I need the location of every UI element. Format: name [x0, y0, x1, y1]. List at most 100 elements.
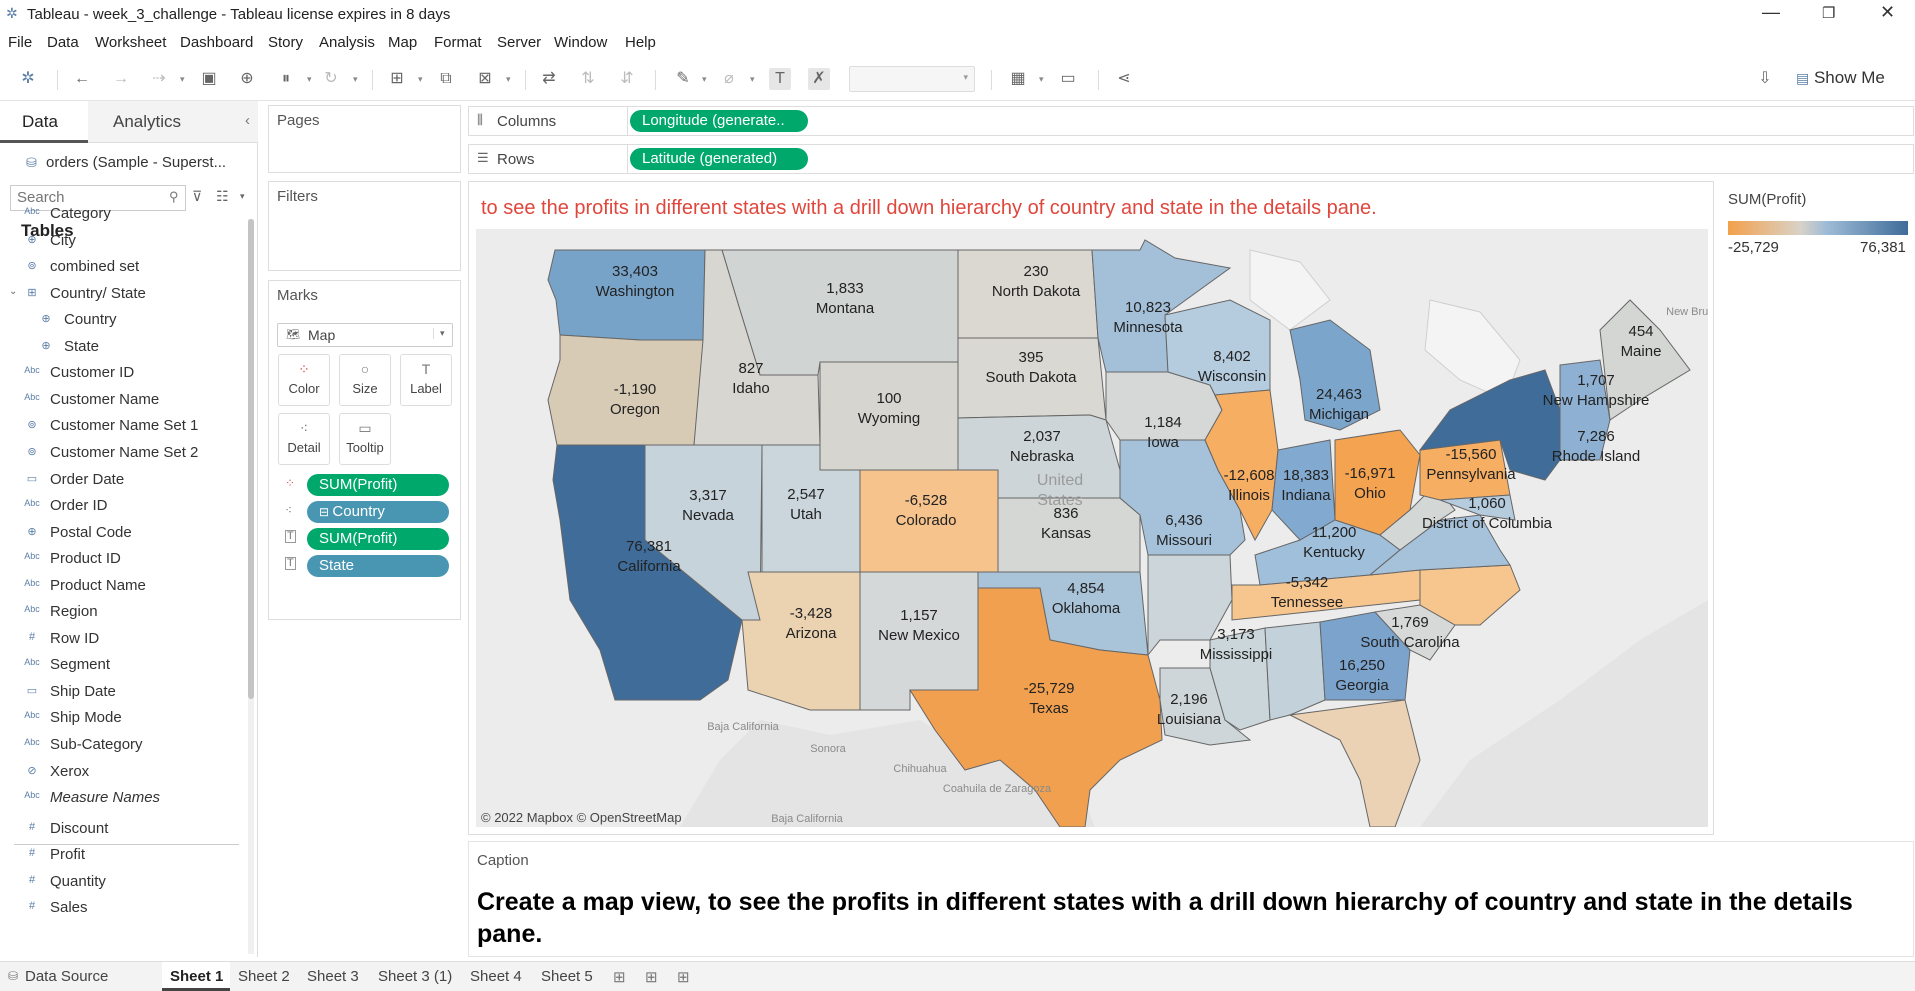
view-options-dropdown-icon[interactable]: ▾: [240, 191, 245, 202]
menu-worksheet[interactable]: Worksheet: [95, 34, 166, 51]
group-members-icon[interactable]: ⌀: [718, 68, 740, 90]
size-button[interactable]: ○ Size: [339, 354, 391, 406]
menu-file[interactable]: File: [8, 34, 32, 51]
field-list-scrollbar[interactable]: [248, 219, 254, 954]
profit-color-pill[interactable]: SUM(Profit): [307, 474, 449, 496]
show-mark-labels-icon[interactable]: T: [769, 68, 791, 90]
menu-dashboard[interactable]: Dashboard: [180, 34, 253, 51]
refresh-icon[interactable]: ↻: [320, 68, 342, 90]
longitude-pill[interactable]: Longitude (generate..: [630, 110, 808, 132]
color-button[interactable]: ⁘ Color: [278, 354, 330, 406]
field-item[interactable]: # Discount: [0, 818, 240, 842]
field-item[interactable]: ⊚ combined set: [0, 256, 240, 280]
replay-icon[interactable]: ⇢: [148, 68, 170, 90]
scrollbar-thumb[interactable]: [248, 219, 254, 699]
field-item[interactable]: # Sales: [0, 897, 240, 921]
field-item[interactable]: Abc Product ID: [0, 548, 240, 572]
group-dropdown-icon[interactable]: ▾: [750, 68, 755, 90]
replay-dropdown-icon[interactable]: ▾: [180, 68, 185, 90]
fit-dropdown[interactable]: ▾: [849, 66, 975, 92]
menu-analysis[interactable]: Analysis: [319, 34, 375, 51]
field-item[interactable]: # Quantity: [0, 871, 240, 895]
field-item[interactable]: ⊚ Customer Name Set 1: [0, 415, 240, 439]
new-worksheet-dropdown-icon[interactable]: ▾: [418, 68, 423, 90]
duplicate-sheet-icon[interactable]: ⧉: [435, 68, 457, 90]
map-view[interactable]: Baja California Sonora Chihuahua Coahuil…: [476, 229, 1708, 827]
fix-axes-icon[interactable]: ✗: [808, 68, 830, 90]
pages-shelf[interactable]: Pages: [268, 105, 461, 173]
redo-icon[interactable]: →: [110, 68, 132, 90]
new-worksheet-tab-icon[interactable]: ⊞: [613, 968, 626, 986]
field-item[interactable]: Abc Sub-Category: [0, 734, 240, 758]
tooltip-button[interactable]: ▭ Tooltip: [339, 413, 391, 465]
refresh-dropdown-icon[interactable]: ▾: [353, 68, 358, 90]
sheet-tab-3-1[interactable]: Sheet 3 (1): [378, 968, 452, 985]
pause-updates-icon[interactable]: ⏸: [275, 68, 297, 90]
show-me-button[interactable]: ▤ Show Me: [1796, 68, 1885, 90]
us-map[interactable]: Baja California Sonora Chihuahua Coahuil…: [476, 229, 1708, 827]
sheet-tab-2[interactable]: Sheet 2: [238, 968, 290, 985]
sort-ascending-icon[interactable]: ⇅: [577, 68, 599, 90]
field-item[interactable]: ⊘ Xerox: [0, 761, 240, 785]
color-legend[interactable]: SUM(Profit) -25,729 76,381: [1720, 181, 1914, 261]
latitude-pill[interactable]: Latitude (generated): [630, 148, 808, 170]
label-button[interactable]: T Label: [400, 354, 452, 406]
field-item[interactable]: Abc Product Name: [0, 575, 240, 599]
restore-icon[interactable]: ❐: [1822, 4, 1835, 22]
field-item[interactable]: # Profit: [0, 844, 240, 868]
field-item[interactable]: Abc Order ID: [0, 495, 240, 519]
field-item[interactable]: # Row ID: [0, 628, 240, 652]
sort-descending-icon[interactable]: ⇵: [616, 68, 638, 90]
share-icon[interactable]: ⋖: [1113, 68, 1135, 90]
filters-shelf[interactable]: Filters: [268, 181, 461, 271]
minimize-icon[interactable]: —: [1762, 2, 1780, 23]
menu-story[interactable]: Story: [268, 34, 303, 51]
field-item[interactable]: ⊕ Postal Code: [0, 522, 240, 546]
tableau-start-icon[interactable]: ✲: [17, 68, 39, 90]
expand-hierarchy-icon[interactable]: ⌄: [9, 286, 17, 297]
highlight-dropdown-icon[interactable]: ▾: [702, 68, 707, 90]
cards-dropdown-icon[interactable]: ▾: [1039, 68, 1044, 90]
data-tab[interactable]: Data: [0, 101, 88, 143]
pause-dropdown-icon[interactable]: ▾: [307, 68, 312, 90]
menu-data[interactable]: Data: [47, 34, 79, 51]
analytics-tab[interactable]: Analytics ‹: [88, 101, 258, 143]
collapse-pane-icon[interactable]: ‹: [245, 112, 250, 129]
undo-icon[interactable]: ←: [71, 68, 93, 90]
datasource-tab[interactable]: Data Source: [25, 968, 108, 985]
field-item[interactable]: Abc Ship Mode: [0, 707, 240, 731]
state-label-pill[interactable]: State: [307, 555, 449, 577]
profit-label-pill[interactable]: SUM(Profit): [307, 528, 449, 550]
sheet-tab-4[interactable]: Sheet 4: [470, 968, 522, 985]
field-item[interactable]: Abc Customer Name: [0, 389, 240, 413]
new-dashboard-tab-icon[interactable]: ⊞: [645, 968, 658, 986]
field-item[interactable]: Abc Category: [0, 203, 240, 227]
field-item[interactable]: ⊞ Country/ State ⌄: [0, 283, 240, 307]
field-item[interactable]: Abc Segment: [0, 654, 240, 678]
sheet-tab-5[interactable]: Sheet 5: [541, 968, 593, 985]
field-item[interactable]: ⊕ State: [0, 336, 240, 360]
new-datasource-icon[interactable]: ⊕: [236, 68, 258, 90]
field-item[interactable]: ⊚ Customer Name Set 2: [0, 442, 240, 466]
clear-sheet-icon[interactable]: ⊠: [474, 68, 496, 90]
clear-dropdown-icon[interactable]: ▾: [506, 68, 511, 90]
columns-shelf[interactable]: ⫼ Columns Longitude (generate..: [468, 106, 1914, 136]
field-item[interactable]: ⊕ Country: [0, 309, 240, 333]
menu-server[interactable]: Server: [497, 34, 541, 51]
new-story-tab-icon[interactable]: ⊞: [677, 968, 690, 986]
highlight-icon[interactable]: ✎: [672, 68, 694, 90]
mark-type-dropdown[interactable]: 🗺 Map ▾: [277, 323, 453, 347]
save-icon[interactable]: ▣: [198, 68, 220, 90]
collapse-hierarchy-icon[interactable]: ⊟: [319, 505, 332, 519]
swap-rows-columns-icon[interactable]: ⇄: [538, 68, 560, 90]
menu-window[interactable]: Window: [554, 34, 607, 51]
download-icon[interactable]: ⇩: [1754, 68, 1776, 90]
datasource-item[interactable]: ⛁ orders (Sample - Superst...: [0, 143, 258, 183]
presentation-mode-icon[interactable]: ▭: [1057, 68, 1079, 90]
field-item[interactable]: ▭ Order Date: [0, 469, 240, 493]
menu-format[interactable]: Format: [434, 34, 482, 51]
country-detail-pill[interactable]: ⊟ Country: [307, 501, 449, 523]
menu-map[interactable]: Map: [388, 34, 417, 51]
sheet-tab-3[interactable]: Sheet 3: [307, 968, 359, 985]
sheet-tab-1[interactable]: Sheet 1: [162, 962, 230, 991]
